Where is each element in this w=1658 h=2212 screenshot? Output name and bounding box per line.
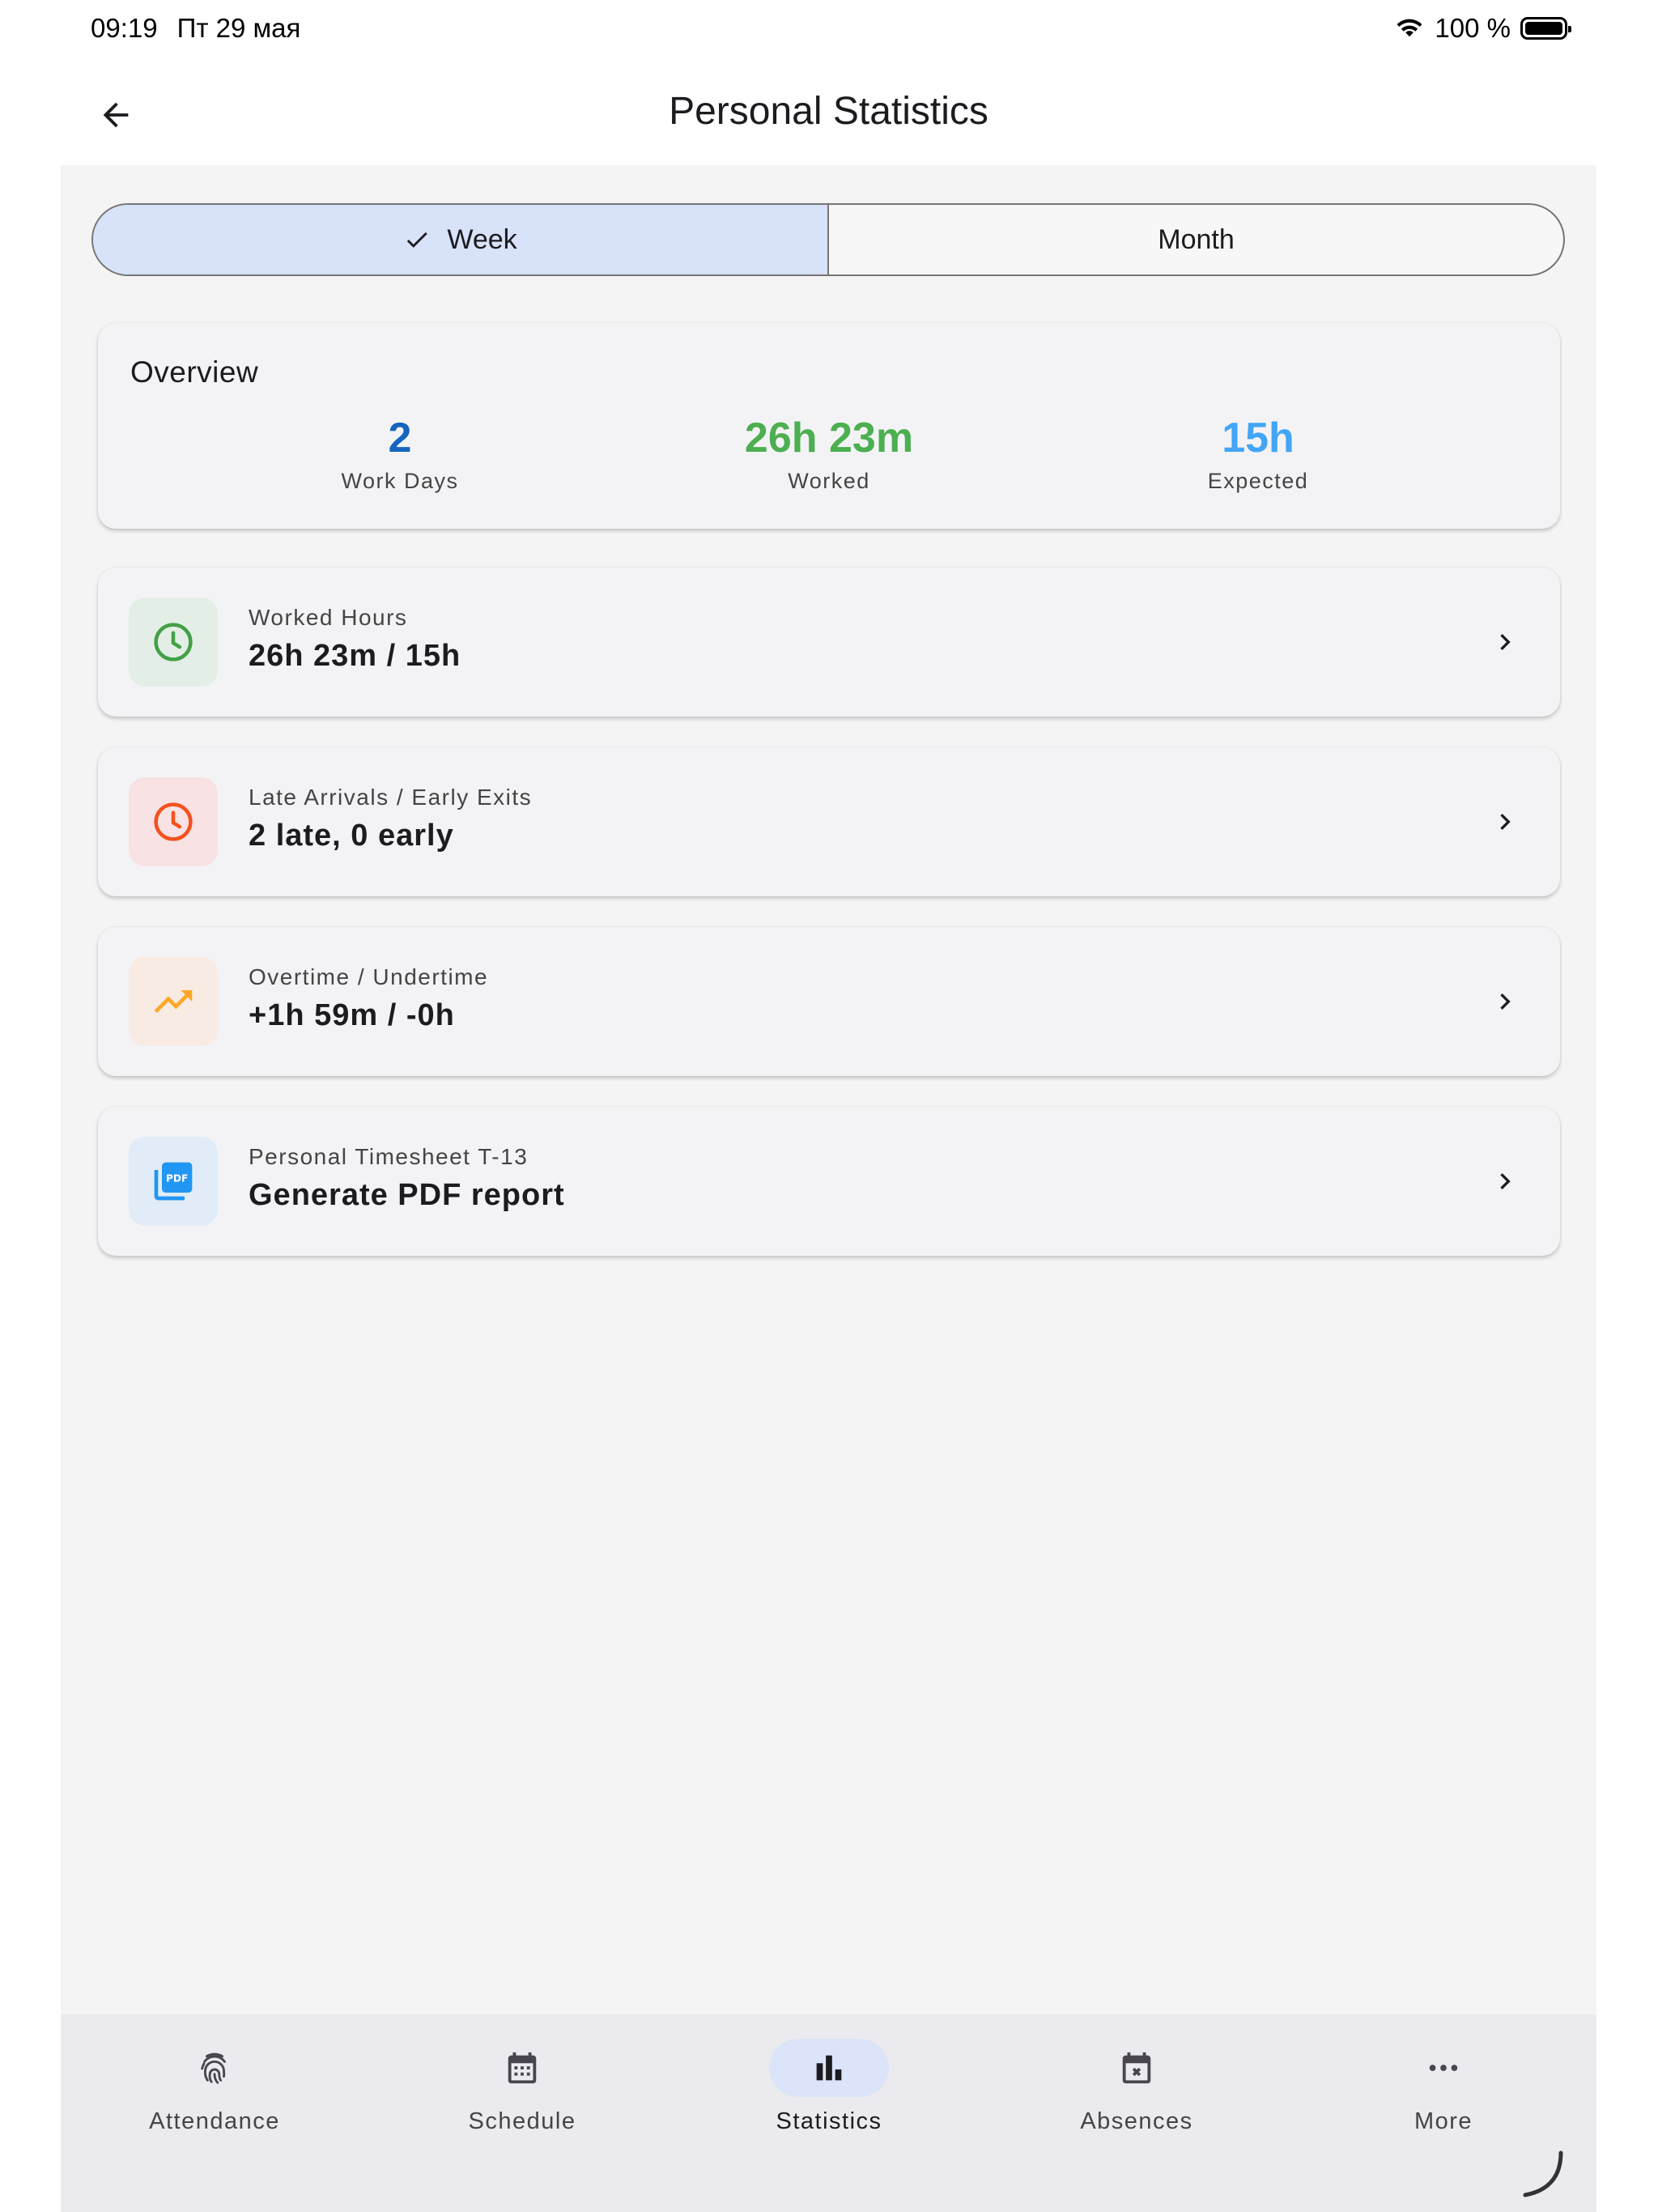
stat-label: Worked xyxy=(788,469,870,493)
row-value: +1h 59m / -0h xyxy=(249,998,455,1032)
stat-value: 15h xyxy=(1222,415,1295,462)
nav-statistics[interactable]: Statistics xyxy=(724,2039,934,2135)
row-subtitle: Overtime / Undertime xyxy=(249,964,489,989)
pdf-icon: PDF xyxy=(154,1162,193,1201)
row-icon-container xyxy=(129,777,218,866)
overview-title: Overview xyxy=(130,355,259,389)
period-toggle: Week Month xyxy=(91,203,1565,276)
pdf-report-card[interactable]: PDF Personal Timesheet T-13 Generate PDF… xyxy=(98,1107,1560,1256)
nav-label: Statistics xyxy=(776,2108,882,2134)
stat-value: 2 xyxy=(388,415,412,462)
nav-icon-container xyxy=(462,2039,582,2097)
tab-month-label: Month xyxy=(1158,223,1235,255)
row-icon-container: PDF xyxy=(129,1137,218,1226)
stat-label: Expected xyxy=(1207,469,1309,493)
row-value: Generate PDF report xyxy=(249,1178,565,1212)
chevron-right-icon xyxy=(1487,1163,1523,1199)
status-time: 09:19 xyxy=(91,13,158,43)
wifi-icon xyxy=(1394,13,1425,44)
nav-icon-container xyxy=(769,2039,889,2097)
battery-percent: 100 % xyxy=(1435,13,1511,43)
bar-chart-icon xyxy=(816,2055,842,2081)
tab-month[interactable]: Month xyxy=(829,205,1563,274)
nav-label: Schedule xyxy=(468,2108,576,2134)
row-value: 2 late, 0 early xyxy=(249,819,454,853)
late-arrivals-card[interactable]: Late Arrivals / Early Exits 2 late, 0 ea… xyxy=(98,747,1560,896)
stat-work-days: 2 Work Days xyxy=(238,412,562,494)
status-date: Пт 29 мая xyxy=(176,13,301,43)
chevron-right-icon xyxy=(1487,624,1523,660)
row-value: 26h 23m / 15h xyxy=(249,639,461,673)
nav-label: More xyxy=(1414,2108,1473,2134)
overtime-card[interactable]: Overtime / Undertime +1h 59m / -0h xyxy=(98,927,1560,1076)
calendar-x-icon xyxy=(1122,2052,1151,2084)
battery-icon xyxy=(1520,17,1571,40)
stat-worked: 26h 23m Worked xyxy=(667,412,991,494)
status-indicators: 100 % xyxy=(1394,13,1571,44)
status-bar: 09:19 Пт 29 мая 100 % xyxy=(0,0,1658,65)
stat-label: Work Days xyxy=(341,469,459,493)
nav-label: Attendance xyxy=(149,2108,280,2134)
nav-absences[interactable]: Absences xyxy=(1031,2039,1242,2135)
row-subtitle: Worked Hours xyxy=(249,605,408,630)
tab-week-label: Week xyxy=(447,223,517,255)
bottom-navigation: Attendance Schedule Statistics Absences … xyxy=(61,2014,1596,2212)
main-content: Week Month Overview 2 Work Days 26h 23m … xyxy=(61,165,1596,2014)
stat-expected: 15h Expected xyxy=(1096,412,1420,494)
stat-value: 26h 23m xyxy=(744,415,914,462)
resize-handle-icon xyxy=(1519,2150,1567,2202)
trending-up-icon xyxy=(154,990,193,1013)
page-title: Personal Statistics xyxy=(669,90,988,133)
row-icon-container xyxy=(129,957,218,1046)
check-icon xyxy=(407,232,428,248)
row-icon-container xyxy=(129,598,218,687)
nav-icon-container xyxy=(1077,2039,1197,2097)
worked-hours-card[interactable]: Worked Hours 26h 23m / 15h xyxy=(98,568,1560,717)
nav-more[interactable]: More xyxy=(1338,2039,1549,2135)
tab-week[interactable]: Week xyxy=(93,205,829,274)
nav-icon-container xyxy=(1384,2039,1503,2097)
status-time-date: 09:19 Пт 29 мая xyxy=(91,13,300,44)
chevron-right-icon xyxy=(1487,804,1523,840)
nav-icon-container xyxy=(155,2039,274,2097)
clock-icon xyxy=(154,623,193,661)
overview-card: Overview 2 Work Days 26h 23m Worked 15h … xyxy=(98,323,1560,529)
fingerprint-icon xyxy=(201,2052,226,2084)
row-subtitle: Late Arrivals / Early Exits xyxy=(249,785,533,810)
calendar-icon xyxy=(508,2052,537,2084)
app-bar: Personal Statistics xyxy=(61,65,1596,165)
nav-label: Absences xyxy=(1080,2108,1193,2134)
svg-text:PDF: PDF xyxy=(166,1173,188,1185)
nav-schedule[interactable]: Schedule xyxy=(417,2039,627,2135)
clock-alert-icon xyxy=(154,802,193,841)
row-subtitle: Personal Timesheet T-13 xyxy=(249,1144,529,1169)
chevron-right-icon xyxy=(1487,984,1523,1019)
nav-attendance[interactable]: Attendance xyxy=(109,2039,320,2135)
more-icon xyxy=(1429,2065,1458,2071)
